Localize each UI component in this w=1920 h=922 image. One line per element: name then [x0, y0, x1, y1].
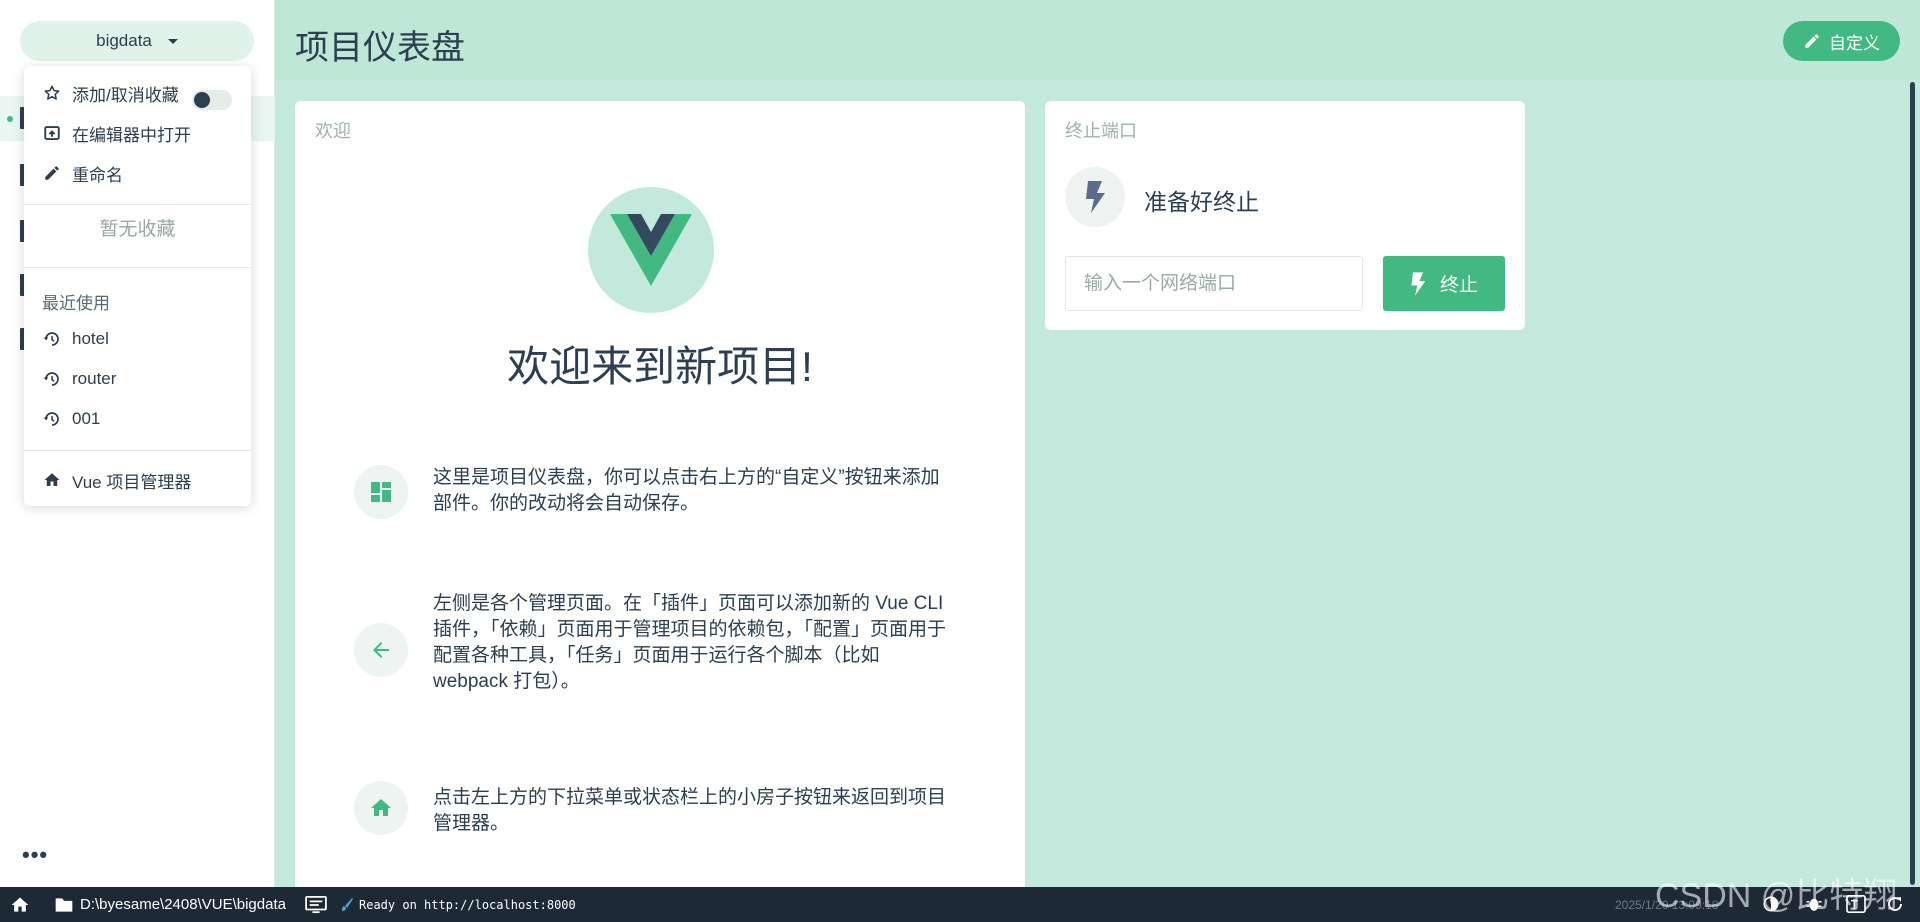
rename-label: 重命名 — [72, 165, 123, 185]
rename-item[interactable]: 重命名 — [24, 153, 251, 193]
ready-text: Ready on http://localhost:8000 — [359, 897, 576, 912]
arrow-left-icon — [354, 623, 408, 677]
kill-button[interactable]: 终止 — [1383, 256, 1505, 311]
recent-heading: 最近使用 — [42, 294, 110, 313]
tip-text: 点击左上方的下拉菜单或状态栏上的小房子按钮来返回到项目管理器。 — [433, 787, 947, 834]
home-icon — [11, 897, 29, 912]
recent-project-label: 001 — [72, 409, 101, 428]
recent-project-label: hotel — [72, 329, 109, 348]
history-icon — [42, 409, 62, 429]
project-manager-label: Vue 项目管理器 — [72, 472, 192, 492]
divider — [24, 267, 251, 268]
vue-logo-icon — [610, 214, 692, 286]
scrollbar[interactable] — [1910, 82, 1915, 885]
pencil-icon — [42, 163, 62, 183]
home-button[interactable] — [10, 887, 30, 922]
console-icon — [305, 895, 327, 913]
dashboard-icon — [354, 465, 408, 519]
project-name: bigdata — [96, 31, 152, 50]
status-bar: D:\byesame\2408\VUE\bigdata Ready on htt… — [0, 887, 1920, 922]
flash-icon — [1411, 271, 1426, 296]
recent-project-item[interactable]: hotel — [24, 319, 251, 359]
star-icon — [42, 83, 62, 103]
header-bar: 项目仪表盘 自定义 — [275, 0, 1920, 80]
customize-label: 自定义 — [1829, 33, 1880, 53]
recent-project-item[interactable]: 001 — [24, 399, 251, 439]
watermark: CSDN @比特翔 — [1655, 877, 1898, 915]
favorite-toggle-item[interactable]: 添加/取消收藏 — [24, 73, 251, 113]
divider — [24, 204, 251, 205]
switch-knob — [194, 92, 210, 108]
console-button[interactable] — [305, 887, 327, 922]
caret-down-icon — [167, 38, 178, 44]
tip-text: 左侧是各个管理页面。在「插件」页面可以添加新的 Vue CLI 插件，「依赖」页… — [433, 593, 947, 692]
project-dropdown-menu: 添加/取消收藏 在编辑器中打开 重命名 暂无收藏 最近使用 hotel rout… — [24, 66, 251, 506]
project-select[interactable]: bigdata — [20, 21, 254, 61]
flash-icon — [1065, 167, 1125, 227]
tip-text: 这里是项目仪表盘，你可以点击右上方的“自定义”按钮来添加部件。你的改动将会自动保… — [433, 467, 940, 514]
favorite-switch[interactable] — [192, 90, 232, 110]
history-icon — [42, 329, 62, 349]
widget-title: 终止端口 — [1065, 121, 1137, 141]
customize-button[interactable]: 自定义 — [1783, 21, 1900, 61]
history-icon — [42, 369, 62, 389]
brush-icon — [342, 897, 353, 911]
pencil-icon — [1805, 34, 1819, 48]
open-editor-label: 在编辑器中打开 — [72, 125, 191, 145]
divider — [24, 450, 251, 451]
project-path-button[interactable]: D:\byesame\2408\VUE\bigdata — [54, 887, 286, 922]
page-title: 项目仪表盘 — [295, 29, 465, 67]
welcome-widget: 欢迎 欢迎来到新项目! 这里是项目仪表盘，你可以点击右上方的“自定义”按钮来添加… — [295, 101, 1025, 891]
log-status[interactable]: Ready on http://localhost:8000 — [341, 887, 576, 922]
more-button[interactable]: ••• — [22, 842, 48, 868]
no-favorites-text: 暂无收藏 — [99, 219, 176, 240]
welcome-heading: 欢迎来到新项目! — [507, 343, 813, 390]
port-input[interactable] — [1065, 256, 1363, 311]
kill-port-widget: 终止端口 准备好终止 终止 — [1045, 101, 1525, 330]
project-path: D:\byesame\2408\VUE\bigdata — [80, 896, 286, 913]
folder-icon — [55, 897, 73, 912]
widget-title: 欢迎 — [315, 121, 351, 141]
home-icon — [42, 470, 62, 490]
recent-project-item[interactable]: router — [24, 359, 251, 399]
home-icon — [354, 781, 408, 835]
active-dot — [7, 116, 13, 122]
recent-project-label: router — [72, 369, 117, 388]
favorite-label: 添加/取消收藏 — [72, 85, 179, 105]
kill-label: 终止 — [1439, 275, 1478, 296]
kill-status-text: 准备好终止 — [1144, 189, 1259, 215]
project-manager-item[interactable]: Vue 项目管理器 — [24, 460, 251, 500]
vue-logo — [588, 187, 714, 313]
open-in-new-icon — [42, 123, 62, 143]
open-in-editor-item[interactable]: 在编辑器中打开 — [24, 113, 251, 153]
